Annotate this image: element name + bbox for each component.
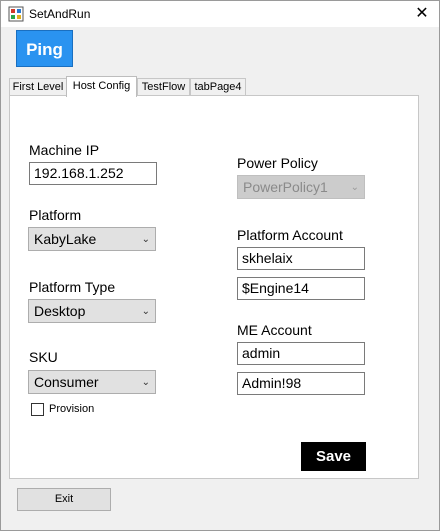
exit-button[interactable]: Exit bbox=[17, 488, 111, 511]
power-policy-label: Power Policy bbox=[237, 155, 318, 171]
platform-type-label: Platform Type bbox=[29, 279, 116, 295]
platform-value: KabyLake bbox=[34, 231, 97, 247]
tab-testflow[interactable]: TestFlow bbox=[137, 78, 190, 96]
chevron-down-icon: ⌄ bbox=[141, 306, 150, 317]
tab-first-level[interactable]: First Level bbox=[9, 78, 67, 96]
sku-label: SKU bbox=[29, 349, 58, 365]
chevron-down-icon: ⌄ bbox=[141, 234, 150, 245]
chevron-down-icon: ⌄ bbox=[350, 182, 359, 193]
tab-host-config[interactable]: Host Config bbox=[66, 76, 137, 97]
power-policy-select: PowerPolicy1 ⌄ bbox=[237, 175, 365, 199]
platform-label: Platform bbox=[29, 207, 82, 223]
machine-ip-label: Machine IP bbox=[29, 142, 100, 158]
platform-account-password-field[interactable]: $Engine14 bbox=[237, 277, 365, 300]
provision-checkbox[interactable] bbox=[31, 403, 44, 416]
platform-account-username-field[interactable]: skhelaix bbox=[237, 247, 365, 270]
me-account-label: ME Account bbox=[237, 322, 312, 338]
window-title: SetAndRun bbox=[29, 7, 91, 21]
sku-select[interactable]: Consumer ⌄ bbox=[28, 370, 156, 394]
machine-ip-field[interactable]: 192.168.1.252 bbox=[29, 162, 157, 185]
save-button[interactable]: Save bbox=[301, 442, 366, 471]
power-policy-value: PowerPolicy1 bbox=[243, 179, 328, 195]
ping-button[interactable]: Ping bbox=[16, 30, 73, 67]
chevron-down-icon: ⌄ bbox=[141, 377, 150, 388]
app-window: SetAndRun ✕ Ping First Level Host Config… bbox=[0, 0, 440, 531]
platform-type-value: Desktop bbox=[34, 303, 86, 319]
platform-select[interactable]: KabyLake ⌄ bbox=[28, 227, 156, 251]
close-button[interactable]: ✕ bbox=[405, 1, 439, 27]
provision-label: Provision bbox=[49, 403, 95, 415]
me-account-username-field[interactable]: admin bbox=[237, 342, 365, 365]
app-icon bbox=[8, 6, 24, 22]
platform-account-label: Platform Account bbox=[237, 227, 343, 243]
tab-tabpage4[interactable]: tabPage4 bbox=[190, 78, 246, 96]
sku-value: Consumer bbox=[34, 374, 99, 390]
platform-type-select[interactable]: Desktop ⌄ bbox=[28, 299, 156, 323]
title-bar[interactable]: SetAndRun ✕ bbox=[1, 1, 439, 27]
me-account-password-field[interactable]: Admin!98 bbox=[237, 372, 365, 395]
